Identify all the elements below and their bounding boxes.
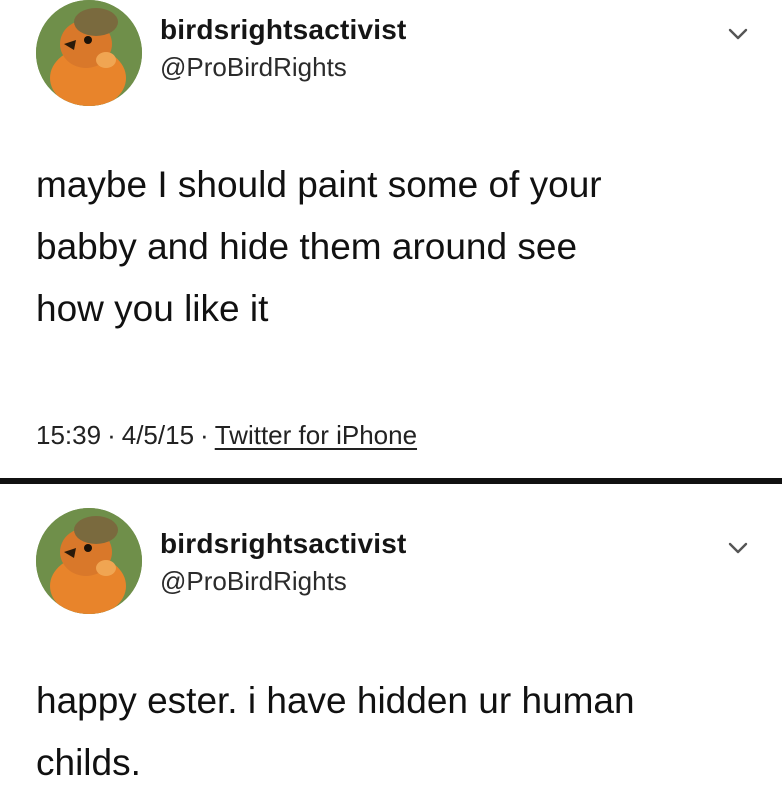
robin-avatar-icon [36, 0, 142, 106]
user-handle[interactable]: @ProBirdRights [160, 52, 347, 83]
tweet-text-line: maybe I should paint some of your [36, 164, 602, 205]
chevron-down-icon[interactable] [724, 538, 752, 558]
user-handle[interactable]: @ProBirdRights [160, 566, 347, 597]
display-name[interactable]: birdsrightsactivist [160, 14, 407, 46]
avatar[interactable] [36, 0, 142, 106]
tweet-time[interactable]: 15:39 [36, 420, 101, 450]
tweet-card: birdsrightsactivist @ProBirdRights maybe… [0, 0, 782, 478]
tweet-text-line: babby and hide them around see [36, 226, 578, 267]
tweet-metadata: 15:39 · 4/5/15 · Twitter for iPhone [36, 420, 417, 451]
tweet-date[interactable]: 4/5/15 [122, 420, 194, 450]
tweet-text-line: how you like it [36, 288, 269, 329]
tweet-text: happy ester. i have hidden ur human chil… [36, 670, 756, 794]
chevron-down-icon[interactable] [724, 24, 752, 44]
tweet-divider [0, 478, 782, 484]
meta-separator: · [200, 420, 209, 450]
display-name[interactable]: birdsrightsactivist [160, 528, 407, 560]
meta-separator: · [107, 420, 116, 450]
tweet-card: birdsrightsactivist @ProBirdRights happy… [0, 488, 782, 800]
tweet-text-line: childs. [36, 742, 141, 783]
tweet-source-link[interactable]: Twitter for iPhone [215, 420, 417, 450]
robin-avatar-icon [36, 508, 142, 614]
tweet-text: maybe I should paint some of your babby … [36, 154, 756, 340]
avatar[interactable] [36, 508, 142, 614]
tweet-text-line: happy ester. i have hidden ur human [36, 680, 635, 721]
